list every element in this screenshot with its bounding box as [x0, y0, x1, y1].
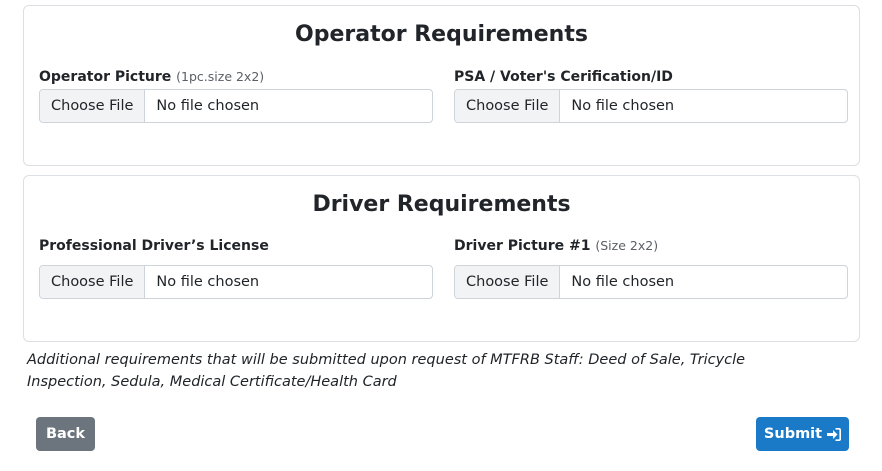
operator-picture-file-input[interactable]: Choose File No file chosen — [39, 89, 433, 123]
driver-requirements-card: Driver Requirements Professional Driver’… — [23, 175, 860, 342]
driver-picture-file-input[interactable]: Choose File No file chosen — [454, 265, 848, 299]
psa-voter-id-file-input[interactable]: Choose File No file chosen — [454, 89, 848, 123]
driver-picture-label: Driver Picture #1 (Size 2x2) — [454, 238, 659, 254]
file-status: No file chosen — [571, 274, 675, 290]
operator-picture-hint: (1pc.size 2x2) — [176, 69, 265, 84]
additional-requirements-note: Additional requirements that will be sub… — [27, 352, 746, 390]
choose-file-button[interactable]: Choose File — [40, 90, 146, 122]
psa-voter-id-label: PSA / Voter's Cerification/ID — [454, 69, 673, 85]
sign-in-icon — [827, 427, 842, 441]
back-button-label: Back — [45, 426, 86, 442]
back-button[interactable]: Back — [36, 417, 95, 451]
driver-picture-field: Driver Picture #1 (Size 2x2) Choose File… — [454, 238, 848, 299]
file-status: No file chosen — [571, 98, 675, 114]
psa-voter-id-field: PSA / Voter's Cerification/ID Choose Fil… — [454, 69, 848, 123]
driver-requirements-title: Driver Requirements — [312, 192, 571, 217]
file-status: No file chosen — [156, 98, 260, 114]
choose-file-button[interactable]: Choose File — [455, 90, 561, 122]
drivers-license-file-input[interactable]: Choose File No file chosen — [39, 265, 433, 299]
driver-picture-hint: (Size 2x2) — [595, 238, 659, 253]
drivers-license-label: Professional Driver’s License — [39, 238, 269, 254]
submit-button[interactable]: Submit — [756, 417, 849, 451]
operator-requirements-title: Operator Requirements — [295, 22, 588, 47]
choose-file-button[interactable]: Choose File — [40, 266, 146, 298]
operator-picture-label: Operator Picture (1pc.size 2x2) — [39, 69, 265, 85]
operator-requirements-card: Operator Requirements Operator Picture (… — [23, 5, 860, 166]
submit-button-label: Submit — [763, 426, 823, 442]
choose-file-button[interactable]: Choose File — [455, 266, 561, 298]
file-status: No file chosen — [156, 274, 260, 290]
operator-picture-field: Operator Picture (1pc.size 2x2) Choose F… — [39, 69, 433, 123]
drivers-license-field: Professional Driver’s License Choose Fil… — [39, 238, 433, 299]
